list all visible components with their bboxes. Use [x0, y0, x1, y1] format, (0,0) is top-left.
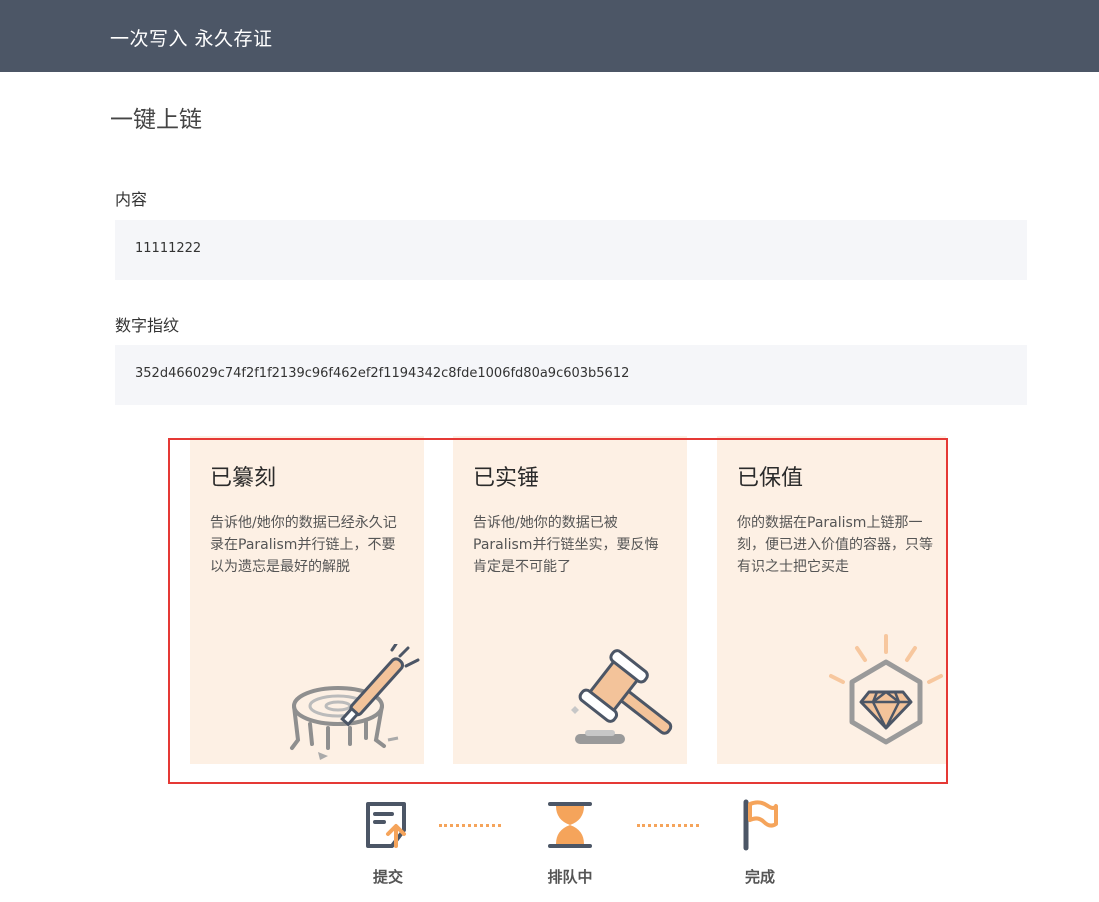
content-field[interactable]: 11111222: [115, 220, 1027, 280]
fingerprint-field[interactable]: 352d466029c74f2f1f2139c96f462ef2f1194342…: [115, 345, 1027, 405]
step-connector: [439, 824, 501, 828]
content-label: 内容: [115, 190, 148, 209]
step-queue-label: 排队中: [547, 868, 593, 886]
step-done-label: 完成: [744, 868, 775, 886]
top-bar: 一次写入 永久存证: [0, 0, 1099, 72]
fingerprint-label: 数字指纹: [115, 316, 180, 335]
submit-icon: [366, 802, 406, 848]
flag-icon: [743, 799, 778, 851]
step-submit-label: 提交: [372, 868, 403, 886]
content-value: 11111222: [135, 241, 202, 256]
hourglass-icon: [548, 802, 592, 848]
app-title: 一次写入 永久存证: [110, 28, 273, 50]
step-connector: [637, 824, 699, 828]
page-title: 一键上链: [110, 107, 202, 133]
fingerprint-value: 352d466029c74f2f1f2139c96f462ef2f1194342…: [135, 366, 630, 381]
highlight-frame: [168, 438, 948, 784]
